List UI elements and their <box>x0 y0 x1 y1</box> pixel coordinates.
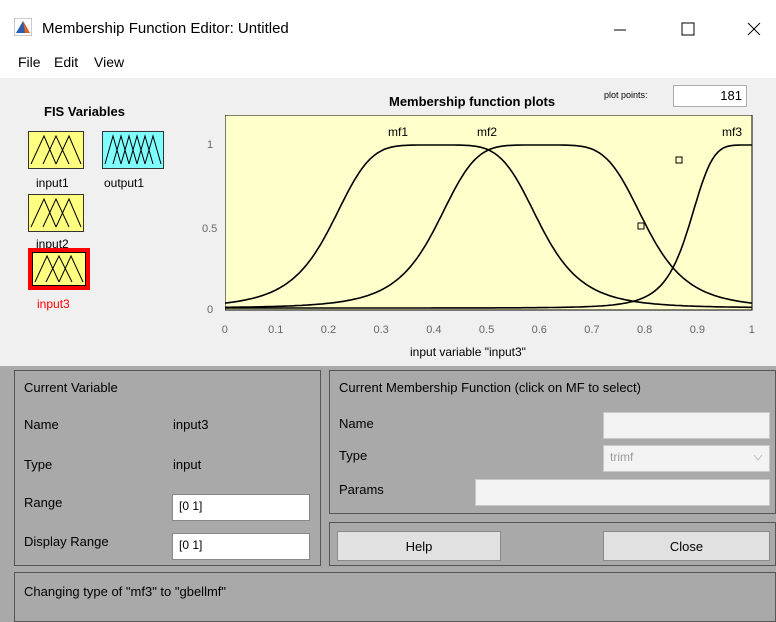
mf-name-input[interactable] <box>603 412 770 439</box>
mf-type-label: Type <box>339 448 368 463</box>
x-tick: 0.3 <box>373 324 389 336</box>
maximize-button[interactable] <box>668 14 708 44</box>
minimize-button[interactable] <box>600 14 640 44</box>
range-label: Range <box>24 495 63 510</box>
x-tick: 0.7 <box>584 324 600 336</box>
x-tick: 0.1 <box>268 324 284 336</box>
x-tick: 0.8 <box>637 324 653 336</box>
mf2-label: mf2 <box>477 125 498 139</box>
range-input[interactable]: [0 1] <box>172 494 310 521</box>
close-button[interactable]: Close <box>603 531 770 561</box>
mf-type-value: trimf <box>610 450 634 464</box>
mf-name-label: Name <box>339 416 374 431</box>
x-axis-label: input variable "input3" <box>410 345 526 359</box>
x-tick: 0.6 <box>531 324 547 336</box>
fis-variable-output1-icon[interactable] <box>102 131 164 169</box>
variable-name-value: input3 <box>173 417 209 432</box>
help-button[interactable]: Help <box>337 531 501 561</box>
fis-variables-title: FIS Variables <box>44 104 125 119</box>
mf3-label: mf3 <box>722 125 743 139</box>
fis-variable-input3-icon[interactable] <box>32 252 86 286</box>
plot-points-input[interactable]: 181 <box>673 85 747 107</box>
variable-type-value: input <box>173 457 202 472</box>
fis-variable-input2-icon[interactable] <box>28 194 84 232</box>
window-title: Membership Function Editor: Untitled <box>42 20 289 37</box>
menu-view[interactable]: View <box>94 54 124 70</box>
display-range-input[interactable]: [0 1] <box>172 533 310 560</box>
close-icon <box>747 22 761 36</box>
name-label: Name <box>24 417 59 432</box>
maximize-icon <box>681 22 695 36</box>
fis-variable-input1-label[interactable]: input1 <box>36 176 69 190</box>
current-mf-header: Current Membership Function (click on MF… <box>339 380 641 395</box>
y-tick-0-5: 0.5 <box>202 223 218 235</box>
current-variable-header: Current Variable <box>24 380 118 395</box>
menu-edit[interactable]: Edit <box>54 54 78 70</box>
x-tick: 0 <box>221 324 228 336</box>
plot-title: Membership function plots <box>389 94 556 109</box>
mf-type-select[interactable]: trimf <box>603 445 770 472</box>
matlab-app-icon <box>14 18 32 36</box>
fis-variable-input1-icon[interactable] <box>28 131 84 169</box>
x-tick: 0.4 <box>426 324 442 336</box>
x-tick: 0.2 <box>320 324 337 336</box>
x-tick: 0.5 <box>478 324 495 336</box>
mf-params-input[interactable] <box>475 479 770 506</box>
fis-variable-input3-label[interactable]: input3 <box>37 297 70 311</box>
plot-background <box>225 115 753 311</box>
menu-file[interactable]: File <box>18 54 41 70</box>
display-range-label: Display Range <box>24 534 109 549</box>
close-window-button[interactable] <box>734 14 774 44</box>
mf-params-label: Params <box>339 482 384 497</box>
chevron-down-icon <box>753 454 763 461</box>
fis-variable-output1-label[interactable]: output1 <box>104 176 144 190</box>
y-tick-1: 1 <box>207 139 214 151</box>
x-tick: 1 <box>748 324 755 336</box>
y-tick-0: 0 <box>207 304 214 316</box>
minimize-icon <box>614 29 626 31</box>
x-tick: 0.9 <box>689 324 705 336</box>
status-text: Changing type of "mf3" to "gbellmf" <box>24 584 227 599</box>
plot-points-label: plot points: <box>604 90 648 100</box>
mf1-label: mf1 <box>388 125 409 139</box>
type-label: Type <box>24 457 53 472</box>
membership-function-plot[interactable] <box>225 115 753 311</box>
